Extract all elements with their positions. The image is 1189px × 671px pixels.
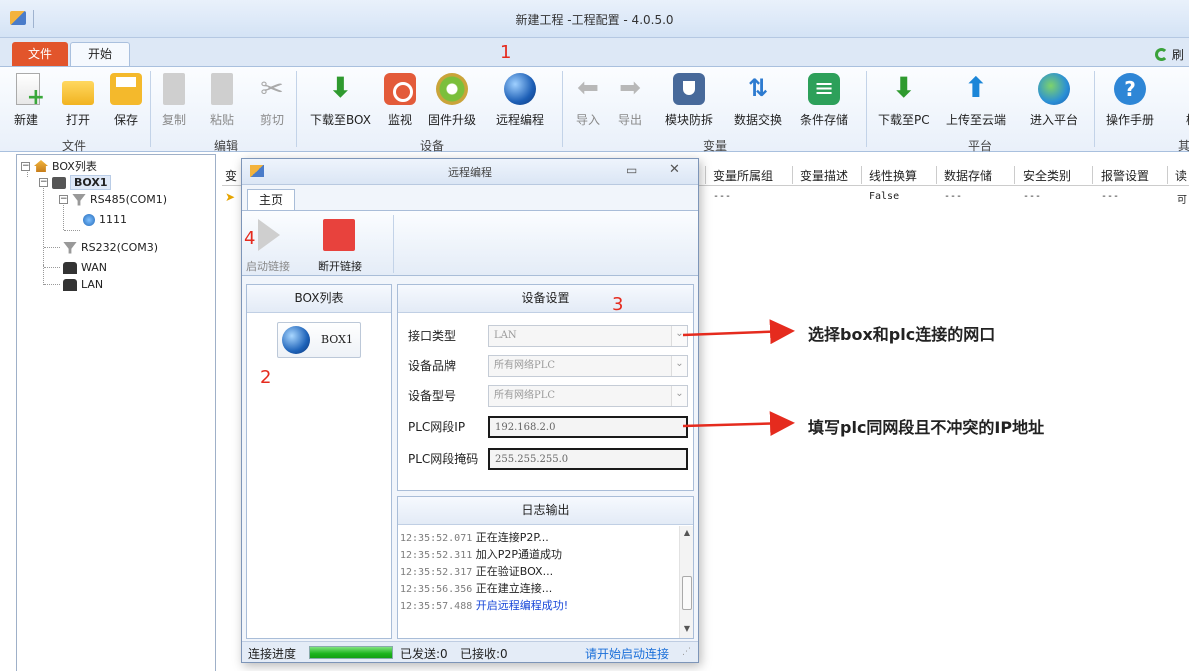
arrow-to-ip-note	[682, 411, 795, 437]
note-interface: 选择box和plc连接的网口	[808, 325, 996, 344]
note-ip: 填写plc同网段且不冲突的IP地址	[808, 418, 1045, 437]
annotation-arrows	[682, 319, 795, 437]
arrow-to-interface-note	[682, 319, 795, 345]
